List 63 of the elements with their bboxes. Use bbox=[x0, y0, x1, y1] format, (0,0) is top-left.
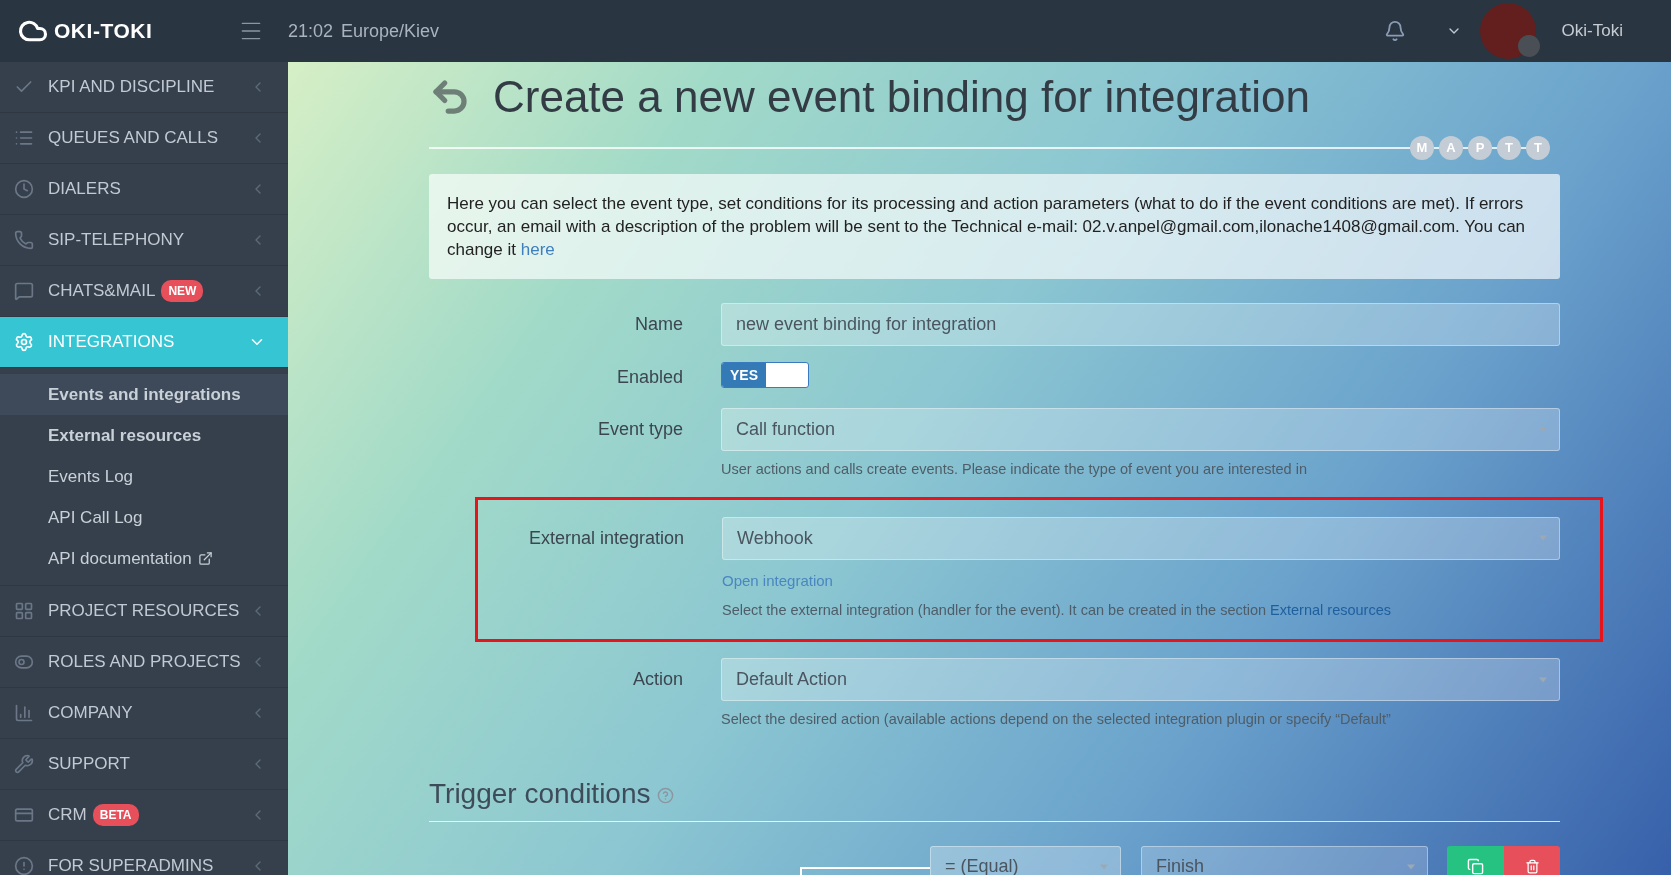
logo-text: OKI-TOKI bbox=[54, 18, 153, 45]
timezone: Europe/Kiev bbox=[341, 19, 440, 43]
external-link-icon bbox=[197, 551, 213, 566]
sidebar-item[interactable]: CRM BETA bbox=[0, 790, 288, 841]
here-link[interactable]: here bbox=[520, 240, 555, 259]
sidebar-item-label: ROLES AND PROJECTS bbox=[48, 651, 241, 674]
sidebar-item-label: PROJECT RESOURCES bbox=[48, 600, 240, 623]
user-name: Oki-Toki bbox=[1561, 20, 1623, 43]
submenu-item[interactable]: API Call Log bbox=[0, 497, 288, 538]
caret-icon bbox=[1539, 677, 1547, 682]
copy-button[interactable] bbox=[1447, 845, 1504, 875]
field-label: Enabled bbox=[616, 365, 683, 389]
trash-icon bbox=[1524, 859, 1540, 875]
list-icon bbox=[14, 128, 34, 148]
submenu-item[interactable]: Events Log bbox=[0, 456, 288, 497]
field-label: Name bbox=[635, 313, 683, 336]
help-text: Select the external integration (handler for the event). It can be created in the section External resources bbox=[722, 601, 1392, 621]
grid-icon bbox=[14, 601, 34, 621]
clock-icon bbox=[14, 179, 34, 199]
field-label: Action bbox=[632, 668, 683, 691]
help-text: User actions and calls create events. Please indicate the type of event you are interested in bbox=[721, 460, 1308, 479]
caret-icon bbox=[1539, 427, 1547, 432]
sidebar-badge: BETA bbox=[92, 804, 139, 826]
phone-icon bbox=[14, 230, 34, 250]
sidebar-item-label: COMPANY bbox=[48, 702, 133, 725]
page-title: Create a new event binding for integration bbox=[493, 71, 1310, 123]
help-text: Select the desired action (available actions depend on the selected integration plugin or specify “Default” bbox=[721, 710, 1392, 729]
sidebar-item-label: CHATS&MAIL bbox=[48, 280, 156, 303]
sidebar-item-label: FOR SUPERADMINS bbox=[48, 855, 214, 875]
bell-icon[interactable] bbox=[1383, 20, 1406, 42]
enabled-toggle[interactable]: YES bbox=[721, 362, 809, 388]
chat-bubble-icon bbox=[14, 281, 34, 301]
bar-chart-icon bbox=[14, 703, 34, 723]
wrench-icon bbox=[14, 754, 34, 774]
copy-icon bbox=[1467, 858, 1484, 875]
caret-icon bbox=[1539, 535, 1547, 541]
submenu-item[interactable]: API documentation bbox=[0, 538, 288, 579]
card-icon bbox=[14, 805, 34, 825]
section-title: Trigger conditions bbox=[429, 776, 651, 811]
submenu-item[interactable]: Events and integrations bbox=[0, 374, 288, 415]
sidebar-item-label: SUPPORT bbox=[48, 753, 130, 776]
sidebar-item-label: INTEGRATIONS bbox=[48, 331, 175, 354]
name-field[interactable]: new event binding for integration bbox=[721, 303, 1560, 346]
field-label: Event type bbox=[597, 418, 683, 441]
select-field[interactable]: Default Action bbox=[721, 658, 1560, 701]
info-text: Here you can select the event type, set conditions for its processing and action parameters (what to do if the event conditions are met). If errors occur, an email with a description of the problem will be sent to the Technical e-mail: 02.v.anpel@gmail.com,ilonache1408@gmail.com. You can change it here bbox=[447, 193, 1527, 261]
clock-time: 21:02 bbox=[288, 19, 334, 43]
sidebar-item-label: DIALERS bbox=[48, 178, 121, 201]
submenu-item[interactable]: External resources bbox=[0, 415, 288, 456]
caret-icon bbox=[1407, 864, 1415, 870]
toggle-icon bbox=[14, 652, 34, 672]
field-label: External integration bbox=[528, 526, 684, 550]
delete-button[interactable] bbox=[1504, 845, 1560, 875]
sidebar-item-label: SIP-TELEPHONY bbox=[48, 229, 185, 252]
sidebar-item-label: CRM bbox=[48, 804, 87, 827]
value-select[interactable]: Finish bbox=[1141, 845, 1428, 875]
sidebar-item-label: QUEUES AND CALLS bbox=[48, 127, 219, 150]
select-field[interactable]: Call function bbox=[721, 408, 1560, 451]
sidebar-badge: NEW bbox=[161, 280, 204, 302]
caret-icon bbox=[1100, 864, 1108, 870]
select-field[interactable]: Webhook bbox=[722, 516, 1560, 560]
sidebar-item-label: KPI AND DISCIPLINE bbox=[48, 76, 215, 99]
exclamation-icon bbox=[14, 856, 34, 875]
